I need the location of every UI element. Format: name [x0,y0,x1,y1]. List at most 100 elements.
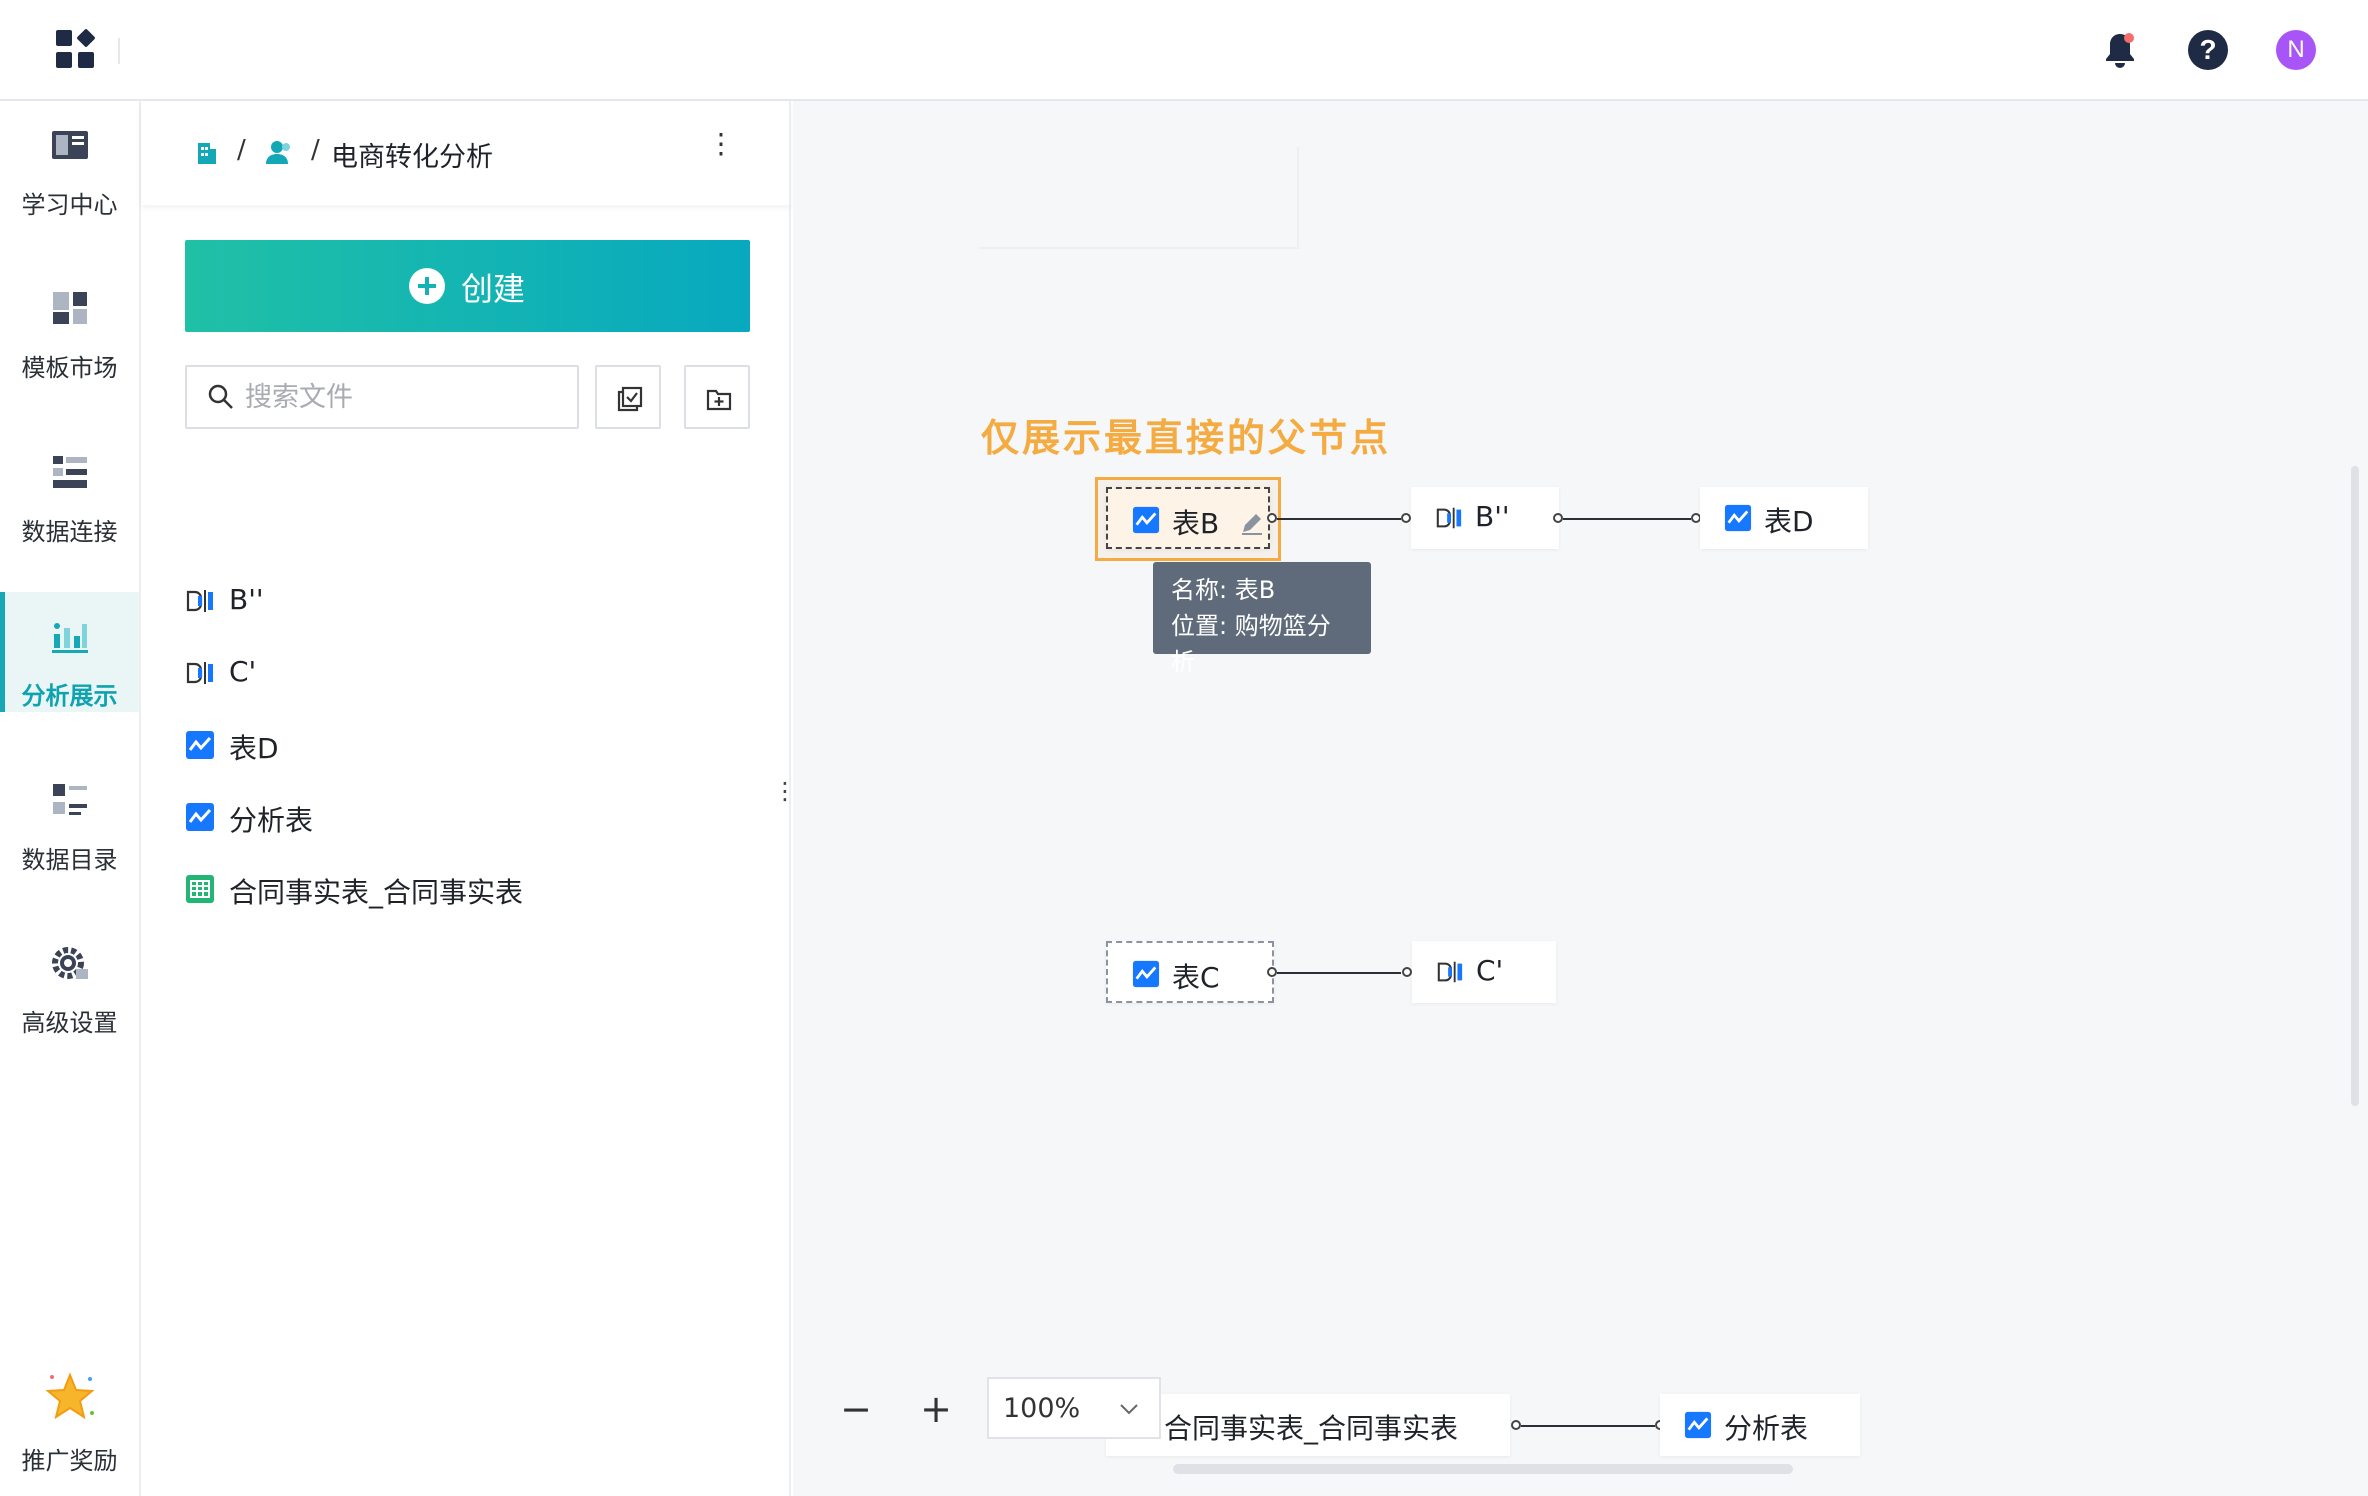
folder-add-icon [706,389,732,411]
file-item[interactable]: 分析表 [185,793,745,841]
chart-table-icon [186,731,214,759]
edge-line [1521,1425,1655,1427]
left-nav: 学习中心 模板市场 数据连接 分析展示 数据目录 高级设置 推广奖励 [0,101,141,1496]
help-icon[interactable]: ? [2188,30,2228,70]
vertical-scrollbar[interactable] [2351,466,2359,1106]
edge-line [1277,972,1401,974]
building-icon[interactable] [195,141,219,165]
tooltip-location: 位置: 购物篮分析 [1171,612,1331,676]
chart-table-icon [186,803,214,831]
horizontal-scrollbar[interactable] [1173,1464,1793,1474]
node-label: 表D [1764,505,1814,538]
create-button-label: 创建 [461,270,526,308]
file-panel: / / 电商转化分析 ⋮ 创建 搜索文件 B'' C' 表D 分析表 合同事实表… [141,101,797,1496]
node-tooltip: 名称: 表B 位置: 购物篮分析 [1153,562,1371,676]
node-label: 合同事实表_合同事实表 [1164,1412,1459,1445]
node-label: 表B [1172,507,1220,540]
node-etl-c2[interactable]: C' [1412,941,1556,1003]
canvas-placeholder [979,147,1299,249]
bell-icon[interactable] [2102,30,2138,70]
file-label: 合同事实表_合同事实表 [229,876,524,909]
top-divider [118,38,120,64]
nav-label: 分析展示 [21,682,118,710]
nav-item-analysis-display[interactable]: 分析展示 [0,592,139,712]
node-table-c[interactable]: 表C [1106,941,1274,1003]
nav-label: 数据连接 [21,518,118,546]
breadcrumb-current[interactable]: 电商转化分析 [331,135,493,174]
node-label: B'' [1475,500,1510,533]
data-connect-icon [53,456,87,488]
top-bar: ? N [0,0,2368,101]
avatar[interactable]: N [2276,30,2316,70]
file-item[interactable]: 合同事实表_合同事实表 [185,865,745,913]
nav-label: 学习中心 [21,191,118,219]
panel-resize-handle[interactable]: ⋮ [773,779,797,817]
node-port[interactable] [1511,1420,1521,1430]
zoom-out-button[interactable]: − [833,1387,879,1433]
file-item[interactable]: B'' [185,577,745,625]
etl-icon [1437,961,1463,983]
app-menu-icon[interactable] [56,28,96,70]
node-analysis-table[interactable]: 分析表 [1660,1394,1860,1456]
new-folder-button[interactable] [684,365,750,429]
catalog-icon [53,784,87,815]
tooltip-name: 名称: 表B [1171,576,1276,604]
file-item[interactable]: C' [185,649,745,697]
template-icon [53,292,87,324]
settings-icon [52,947,88,979]
file-label: B'' [229,583,264,616]
search-icon [208,384,233,409]
checkbox-select-icon [617,386,643,412]
node-port[interactable] [1402,967,1412,977]
nav-item-data-catalog[interactable]: 数据目录 [0,756,139,876]
chevron-down-icon [1120,1404,1138,1415]
zoom-select[interactable]: 100% [987,1377,1161,1439]
file-label: C' [229,655,257,688]
annotation-text: 仅展示最直接的父节点 [981,416,1392,460]
file-label: 表D [229,732,279,765]
zoom-in-button[interactable]: + [913,1387,959,1433]
node-table-b[interactable]: 表B [1106,487,1270,549]
breadcrumb: / / 电商转化分析 ⋮ [141,101,791,205]
chart-table-icon [1132,960,1160,988]
node-etl-b2[interactable]: B'' [1411,487,1559,549]
user-group-icon[interactable] [265,138,293,166]
node-port[interactable] [1267,513,1277,523]
nav-label: 推广奖励 [21,1447,118,1475]
zoom-value: 100% [1003,1393,1081,1424]
batch-select-button[interactable] [595,365,661,429]
search-box [185,365,579,429]
star-icon [45,1372,95,1420]
lineage-canvas[interactable]: 仅展示最直接的父节点 表B B'' 表D 名称: 表B 位置: 购物篮分析 表C… [793,101,2368,1496]
nav-item-referral-reward[interactable]: 推广奖励 [0,1351,139,1475]
node-table-d[interactable]: 表D [1700,487,1868,549]
node-port[interactable] [1401,513,1411,523]
more-options-icon[interactable]: ⋮ [707,130,735,169]
edge-line [1277,518,1401,520]
nav-item-data-connection[interactable]: 数据连接 [0,428,139,548]
edge-line [1563,518,1691,520]
node-label: C' [1476,954,1504,987]
nav-label: 高级设置 [21,1009,118,1037]
chart-table-icon [1684,1411,1712,1439]
node-contract-fact-table[interactable]: 合同事实表_合同事实表 [1106,1394,1510,1456]
file-item[interactable]: 表D [185,721,745,769]
create-button[interactable]: 创建 [185,240,750,332]
node-port[interactable] [1267,967,1277,977]
node-port[interactable] [1553,513,1563,523]
nav-item-learning-center[interactable]: 学习中心 [0,101,139,221]
etl-icon [1436,507,1462,529]
node-label: 分析表 [1724,1412,1809,1445]
edit-icon[interactable] [1238,509,1266,537]
node-label: 表C [1172,961,1220,994]
nav-item-template-market[interactable]: 模板市场 [0,264,139,384]
sheet-icon [186,875,214,903]
plus-circle-icon [409,268,445,304]
etl-icon [186,590,213,612]
book-icon [52,131,88,159]
nav-item-advanced-settings[interactable]: 高级设置 [0,919,139,1039]
chart-table-icon [1132,506,1160,534]
nav-label: 数据目录 [21,846,118,874]
search-input[interactable] [245,377,565,417]
etl-icon [186,662,213,684]
